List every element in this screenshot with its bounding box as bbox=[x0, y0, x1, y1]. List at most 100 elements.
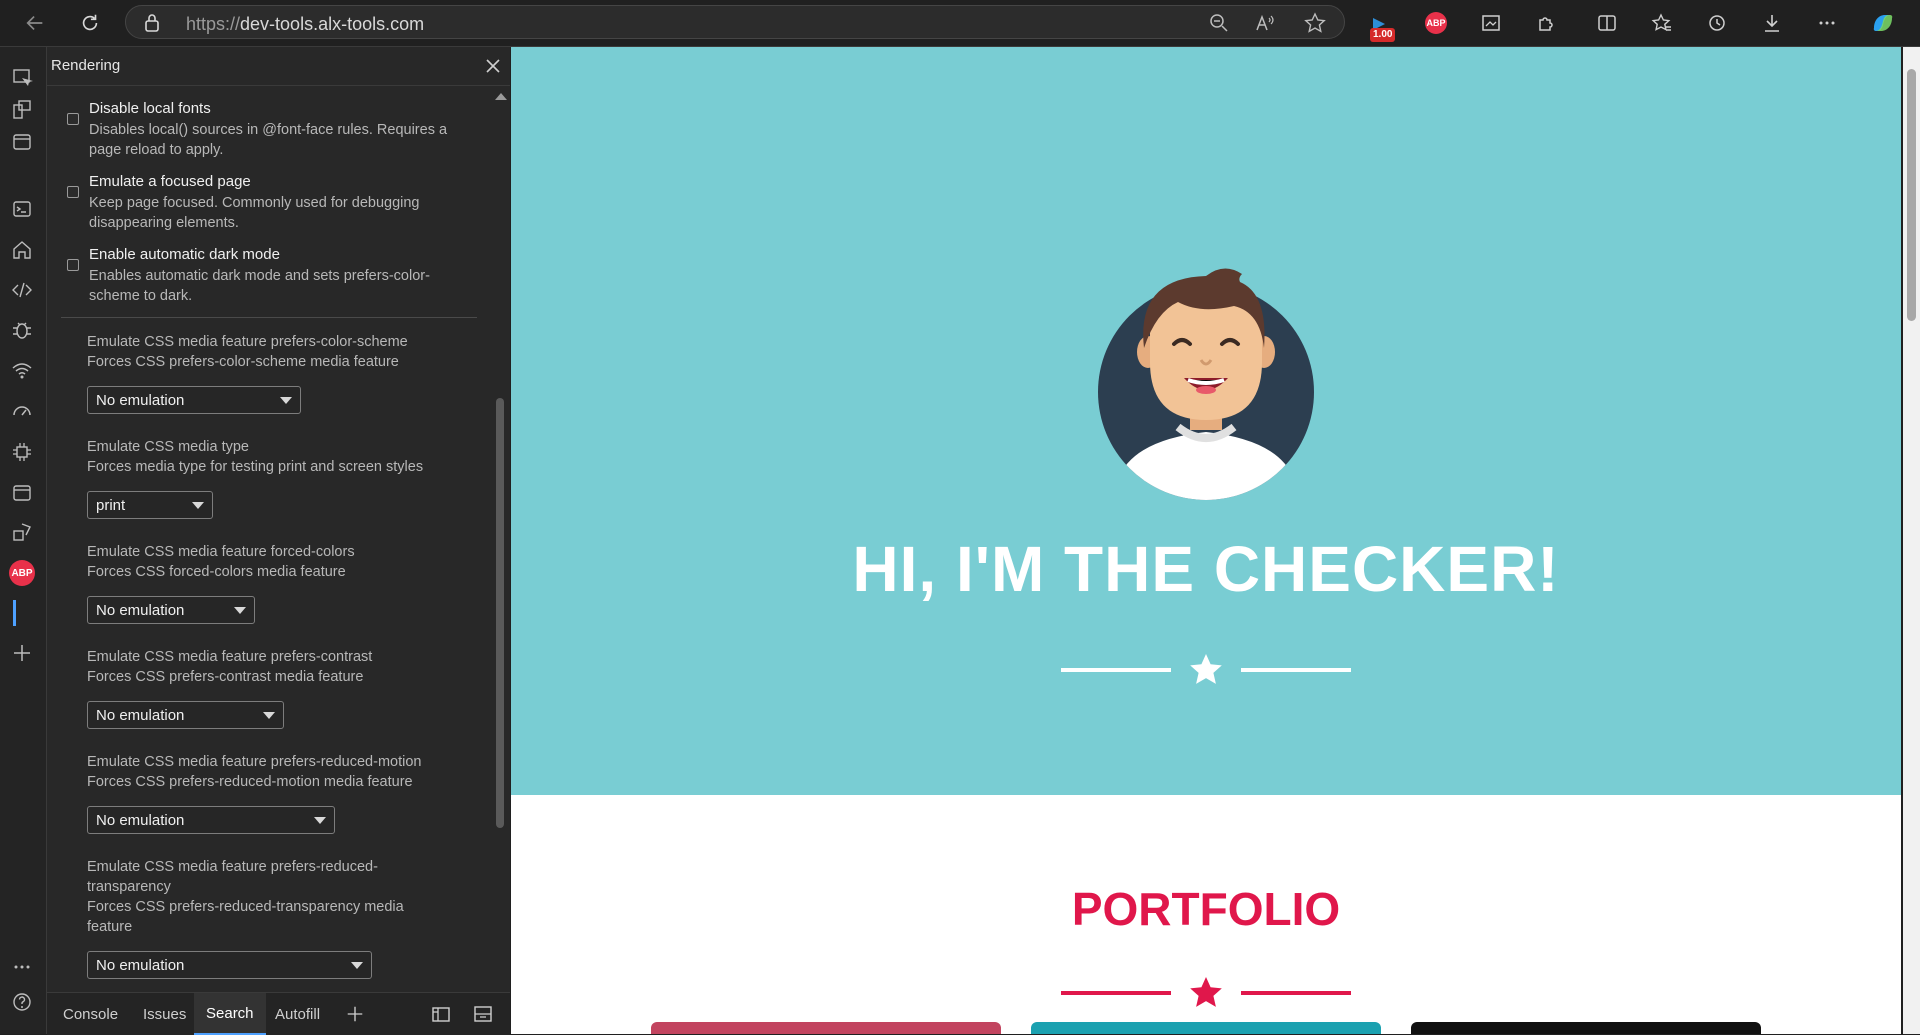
application-icon[interactable] bbox=[8, 479, 36, 507]
zoom-out-icon[interactable] bbox=[1208, 12, 1230, 34]
tab-autofill[interactable]: Autofill bbox=[265, 993, 330, 1035]
url-text[interactable]: https://dev-tools.alx-tools.com bbox=[186, 14, 424, 35]
emulation-option: Emulate CSS media feature prefers-contra… bbox=[87, 647, 467, 687]
checkbox-option[interactable]: Enable automatic dark mode Enables autom… bbox=[67, 246, 487, 304]
media-type-select[interactable]: print bbox=[87, 491, 213, 519]
add-tab-plus-icon[interactable] bbox=[345, 993, 365, 1035]
lock-icon[interactable] bbox=[144, 14, 160, 37]
option-description: Disables local() sources in @font-face r… bbox=[89, 122, 448, 158]
more-tools-plus-icon[interactable] bbox=[8, 639, 36, 667]
prefers-reduced-transparency-select[interactable]: No emulation bbox=[87, 951, 372, 979]
select-value: print bbox=[96, 497, 126, 514]
portfolio-card[interactable] bbox=[651, 1022, 1001, 1034]
sources-bug-icon[interactable] bbox=[8, 316, 36, 344]
performance-gauge-icon[interactable] bbox=[8, 397, 36, 425]
emulation-option: Emulate CSS media feature prefers-color-… bbox=[87, 332, 467, 372]
copilot-icon[interactable] bbox=[1868, 8, 1898, 38]
prefers-contrast-select[interactable]: No emulation bbox=[87, 701, 284, 729]
hero-section: HI, I'M THE CHECKER! bbox=[511, 47, 1901, 795]
select-value: No emulation bbox=[96, 392, 185, 409]
option-description: Enables automatic dark mode and sets pre… bbox=[89, 268, 430, 304]
drawer-tab-strip: Console Issues Search Autofill bbox=[47, 992, 510, 1035]
rendering-panel: Rendering Disable local fonts Disables l… bbox=[47, 47, 510, 1035]
option-title: Emulate a focused page bbox=[89, 173, 251, 190]
downloads-icon[interactable] bbox=[1757, 8, 1787, 38]
panel-scrollbar[interactable] bbox=[493, 83, 507, 1028]
welcome-home-icon[interactable] bbox=[8, 236, 36, 264]
elements-code-icon[interactable] bbox=[8, 276, 36, 304]
star-divider bbox=[1061, 977, 1351, 1007]
checkbox[interactable] bbox=[67, 113, 79, 125]
adblock-plus-panel-icon[interactable]: ABP bbox=[8, 559, 36, 587]
portfolio-card[interactable] bbox=[1411, 1022, 1761, 1034]
emulation-option: Emulate CSS media feature prefers-reduce… bbox=[87, 857, 417, 937]
chevron-down-icon bbox=[280, 397, 292, 404]
checkbox-option[interactable]: Emulate a focused page Keep page focused… bbox=[67, 173, 487, 231]
memory-chip-icon[interactable] bbox=[8, 438, 36, 466]
select-value: No emulation bbox=[96, 812, 185, 829]
move-to-bottom-icon[interactable] bbox=[472, 993, 494, 1035]
section-divider bbox=[61, 317, 477, 318]
avatar bbox=[1098, 268, 1314, 500]
emulation-title: Emulate CSS media feature prefers-color-… bbox=[87, 334, 408, 350]
checkbox[interactable] bbox=[67, 259, 79, 271]
chevron-down-icon bbox=[314, 817, 326, 824]
extension-badge: 1.00 bbox=[1370, 28, 1396, 42]
refresh-icon[interactable] bbox=[75, 8, 105, 38]
prefers-color-scheme-select[interactable]: No emulation bbox=[87, 386, 301, 414]
emulation-title: Emulate CSS media feature prefers-reduce… bbox=[87, 754, 422, 770]
scroll-up-icon[interactable] bbox=[495, 93, 507, 100]
split-screen-icon[interactable] bbox=[1592, 8, 1622, 38]
emulation-option: Emulate CSS media feature forced-colors … bbox=[87, 542, 467, 582]
portfolio-section-title: PORTFOLIO bbox=[1071, 883, 1341, 935]
read-aloud-icon[interactable] bbox=[1254, 12, 1276, 34]
capture-icon[interactable] bbox=[1476, 8, 1506, 38]
rendering-paint-icon[interactable] bbox=[8, 518, 36, 546]
toggle-drawer-icon[interactable] bbox=[8, 128, 36, 156]
emulation-description: Forces media type for testing print and … bbox=[87, 459, 424, 475]
prefers-reduced-motion-select[interactable]: No emulation bbox=[87, 806, 335, 834]
close-icon[interactable] bbox=[482, 55, 504, 77]
extensions-puzzle-icon[interactable] bbox=[1531, 8, 1561, 38]
checkbox-option[interactable]: Disable local fonts Disables local() sou… bbox=[67, 100, 487, 158]
device-emulation-icon[interactable] bbox=[8, 96, 36, 124]
scrollbar-thumb[interactable] bbox=[1907, 69, 1916, 321]
devtools-activity-bar: ABP bbox=[0, 47, 47, 1034]
adblock-plus-icon[interactable]: ABP bbox=[1421, 8, 1451, 38]
console-icon[interactable] bbox=[8, 195, 36, 223]
scrollbar-thumb[interactable] bbox=[496, 398, 504, 828]
rendering-active-tab-icon[interactable] bbox=[8, 599, 36, 627]
emulation-title: Emulate CSS media feature prefers-contra… bbox=[87, 649, 373, 665]
chevron-down-icon bbox=[263, 712, 275, 719]
select-value: No emulation bbox=[96, 602, 185, 619]
address-bar[interactable]: https://dev-tools.alx-tools.com bbox=[125, 5, 1345, 39]
tab-console[interactable]: Console bbox=[53, 993, 128, 1035]
emulation-title: Emulate CSS media feature forced-colors bbox=[87, 544, 355, 560]
history-icon[interactable] bbox=[1702, 8, 1732, 38]
tab-search[interactable]: Search bbox=[194, 993, 266, 1035]
forced-colors-select[interactable]: No emulation bbox=[87, 596, 255, 624]
star-icon bbox=[1190, 977, 1222, 1007]
help-icon[interactable] bbox=[8, 988, 36, 1016]
customize-ellipsis-icon[interactable] bbox=[8, 953, 36, 981]
browser-toolbar: https://dev-tools.alx-tools.com 1.00 ABP bbox=[0, 0, 1920, 47]
inspect-element-icon[interactable] bbox=[8, 64, 36, 92]
back-icon[interactable] bbox=[20, 8, 50, 38]
tab-issues[interactable]: Issues bbox=[133, 993, 196, 1035]
checkbox[interactable] bbox=[67, 186, 79, 198]
panel-header: Rendering bbox=[47, 47, 510, 86]
star-divider bbox=[1061, 654, 1351, 684]
emulation-description: Forces CSS prefers-reduced-motion media … bbox=[87, 774, 413, 790]
chevron-down-icon bbox=[234, 607, 246, 614]
emulation-title: Emulate CSS media type bbox=[87, 439, 249, 455]
dock-drawer-icon[interactable] bbox=[430, 993, 452, 1035]
network-wifi-icon[interactable] bbox=[8, 356, 36, 384]
favorites-icon[interactable] bbox=[1647, 8, 1677, 38]
select-value: No emulation bbox=[96, 957, 185, 974]
favorite-star-icon[interactable] bbox=[1304, 12, 1326, 34]
emulation-title: Emulate CSS media feature prefers-reduce… bbox=[87, 859, 378, 895]
page-scrollbar[interactable] bbox=[1903, 47, 1920, 1034]
more-menu-icon[interactable] bbox=[1812, 8, 1842, 38]
portfolio-card[interactable] bbox=[1031, 1022, 1381, 1034]
emulation-description: Forces CSS prefers-reduced-transparency … bbox=[87, 899, 404, 935]
